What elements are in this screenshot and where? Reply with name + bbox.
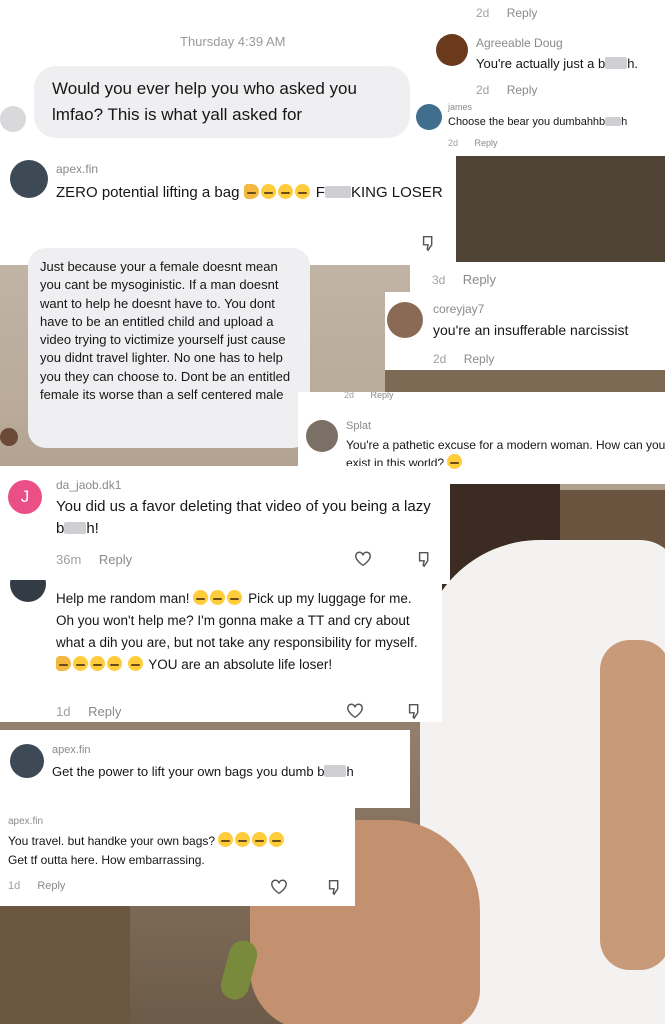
tears-emoji-icon [218,832,234,847]
comment-long: Just because your a female doesnt mean y… [0,236,315,456]
grimace-emoji-icon [277,184,293,199]
grimace-emoji-icon [294,184,310,199]
comment-apex-fin-2: apex.fin Get the power to lift your own … [0,730,410,808]
tears-emoji-icon [107,656,122,671]
reply-row: 3d Reply [410,262,665,294]
comment-time: 2d [476,83,490,97]
reply-button[interactable]: Reply [463,272,496,287]
avatar [416,104,442,130]
comment-text: Help me random man! Pick up my luggage f… [56,590,418,672]
reply-button[interactable]: Reply [464,352,495,366]
reply-button[interactable]: Reply [99,552,132,567]
reply-button[interactable]: Reply [507,6,538,20]
avatar [0,428,18,446]
comment-random-man: Help me random man! Pick up my luggage f… [0,580,442,722]
avatar [387,302,423,338]
comment-username: apex.fin [8,816,44,827]
tears-emoji-icon [269,832,285,847]
comment-time: 2d [476,6,490,20]
reply-button[interactable]: Reply [371,392,394,400]
comment-time: 36m [56,552,82,567]
tears-emoji-icon [210,590,226,605]
fist-emoji-icon [56,656,71,671]
message-card: Thursday 4:39 AM Would you ever help you… [0,0,440,160]
avatar: J [8,480,42,514]
comment-text: You did us a favor deleting that video o… [56,498,431,537]
comment-time: 3d [432,273,446,287]
comment-time: 2d [433,352,447,366]
tears-emoji-icon [127,656,143,671]
grimace-emoji-icon [260,184,276,199]
comment-time: 2d [448,138,459,148]
comment-coreyjay7: coreyjay7 you're an insufferable narciss… [385,292,665,370]
message-text: Would you ever help you who asked you lm… [52,79,357,124]
message-timestamp: Thursday 4:39 AM [180,34,286,49]
comment-text: Get the power to lift your own bags you … [52,764,354,779]
comment-apex-fin-3: apex.fin You travel. but handke your own… [0,806,355,906]
comment-time: 1d [56,704,71,719]
avatar [10,580,46,602]
comment-text: Just because your a female doesnt mean y… [40,259,291,403]
comment-username: apex.fin [56,162,99,176]
avatar [10,160,48,198]
comment-text: ZERO potential lifting a bag F KING LOSER [56,184,443,201]
tears-emoji-icon [252,832,268,847]
heart-icon[interactable] [354,550,372,568]
heart-icon[interactable] [346,702,364,720]
heart-icon[interactable] [270,878,288,896]
comment-bubble: Just because your a female doesnt mean y… [28,248,310,448]
comment-text: You're actually just a b h. [476,56,639,71]
reply-button[interactable]: Reply [37,880,65,892]
avatar [10,744,44,778]
comment-text: Choose the bear you dumbahhb h [448,116,628,128]
tears-emoji-icon [73,656,88,671]
comment-agreeable-doug: 2d Reply Agreeable Doug You're actually … [436,0,665,100]
avatar [306,420,338,452]
comment-username: Splat [346,420,372,432]
fist-emoji-icon [243,184,259,199]
comment-time: 1d [8,880,21,892]
dislike-icon[interactable] [420,234,438,252]
dislike-icon[interactable] [416,550,434,568]
dislike-icon[interactable] [326,878,344,896]
dislike-icon[interactable] [406,702,424,720]
comment-username: Agreeable Doug [476,36,563,50]
comment-username: da_jaob.dk1 [56,478,122,492]
comment-username: james [448,102,473,112]
comment-text: You travel. but handke your own bags? Ge… [8,832,348,870]
avatar [436,34,468,66]
tears-emoji-icon [90,656,105,671]
comment-username: apex.fin [52,744,91,756]
comment-time: 2d [344,392,355,400]
comment-text: you're an insufferable narcissist [433,322,629,338]
message-bubble: Would you ever help you who asked you lm… [34,66,410,138]
reply-button[interactable]: Reply [88,704,121,719]
tears-emoji-icon [193,590,209,605]
tears-emoji-icon [227,590,243,605]
comment-da-jaob: J da_jaob.dk1 You did us a favor deletin… [0,466,450,584]
reply-button[interactable]: Reply [475,138,498,148]
comment-username: coreyjay7 [433,302,485,316]
comment-james: james Choose the bear you dumbahhb h 2d R… [412,96,665,156]
reply-button[interactable]: Reply [507,83,538,97]
sender-avatar [0,106,26,132]
tears-emoji-icon [235,832,251,847]
